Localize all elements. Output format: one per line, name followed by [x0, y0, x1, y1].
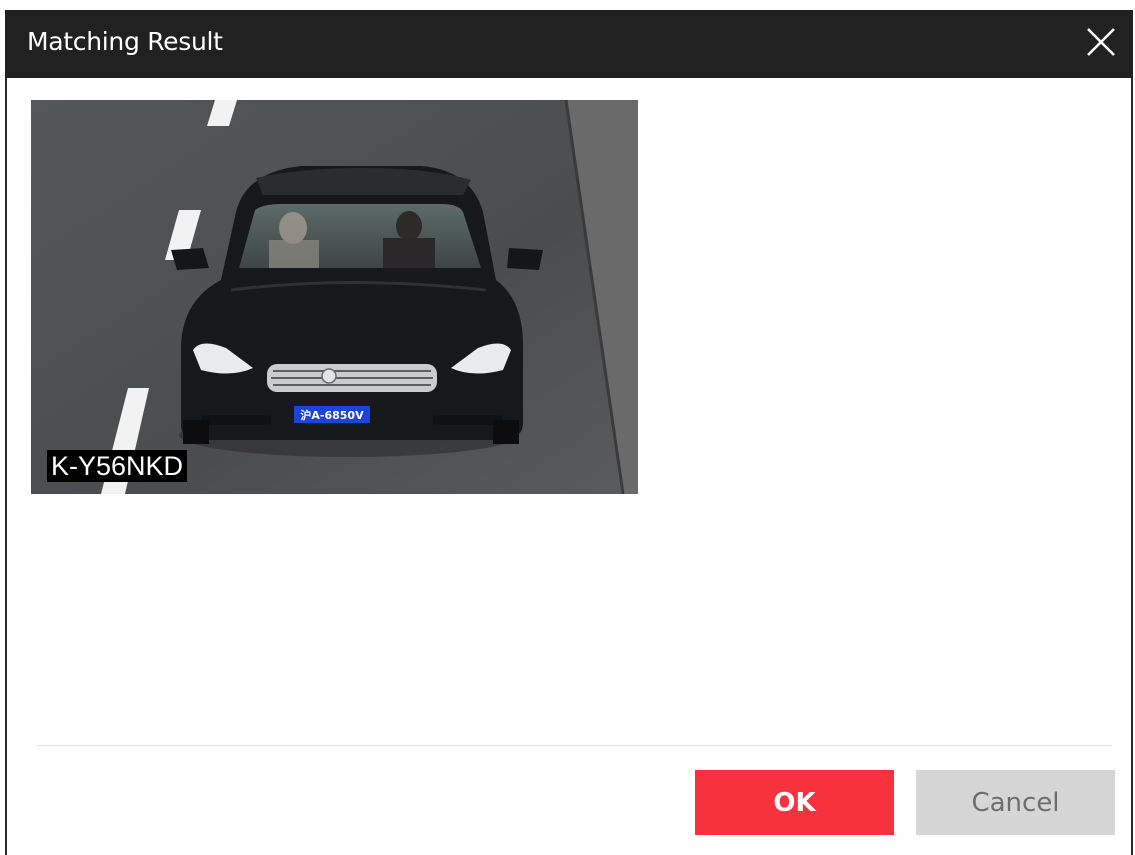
matching-result-dialog: Matching Result 沪A-6850V K-Y56NKD OK Can…: [5, 10, 1133, 855]
dialog-titlebar: Matching Result: [5, 10, 1133, 78]
footer-divider: [36, 745, 1111, 746]
vehicle-capture-image[interactable]: 沪A-6850V K-Y56NKD: [31, 100, 638, 494]
vehicle-plate-text: 沪A-6850V: [300, 408, 364, 422]
ok-button[interactable]: OK: [695, 770, 894, 835]
plate-number-label: K-Y56NKD: [47, 450, 188, 482]
cancel-button[interactable]: Cancel: [916, 770, 1115, 835]
result-content: 沪A-6850V K-Y56NKD: [31, 100, 638, 494]
close-icon[interactable]: [1083, 24, 1119, 60]
dialog-title: Matching Result: [27, 27, 223, 56]
